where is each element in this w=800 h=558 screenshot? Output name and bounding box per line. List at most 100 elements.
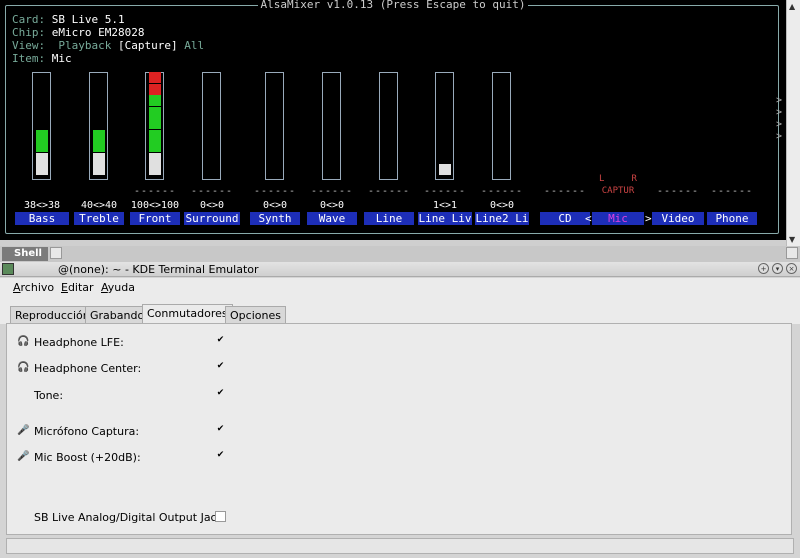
tab-grabando[interactable]: Grabando [85, 306, 150, 324]
switch-checkbox[interactable]: ✔ [215, 336, 226, 347]
level-segment [149, 129, 161, 141]
volume-bar-surround[interactable] [202, 72, 221, 180]
volume-bar-line[interactable] [379, 72, 398, 180]
menu-bar: Archivo Editar Ayuda [0, 278, 800, 300]
channel-name-line-liv[interactable]: Line Liv [418, 212, 472, 225]
volume-bar-wave[interactable] [322, 72, 341, 180]
level-segment [149, 141, 161, 152]
switch-checkbox[interactable]: ✔ [215, 389, 226, 400]
volume-bar-synth[interactable] [265, 72, 284, 180]
switch-row: 🎤 Micrófono Captura: ✔ [7, 424, 787, 440]
view-all[interactable]: All [184, 39, 204, 52]
channel-value: 38<>38 [23, 200, 61, 211]
maximize-icon[interactable]: ▾ [772, 263, 783, 274]
switch-checkbox[interactable] [215, 511, 226, 522]
vertical-scrollbar[interactable]: ▲ ▼ [786, 0, 800, 246]
switch-row: Tone: ✔ [7, 388, 787, 404]
volume-bar-treble[interactable] [89, 72, 108, 180]
channel-value: 0<>0 [199, 200, 225, 211]
switch-checkbox[interactable]: ✔ [215, 362, 226, 373]
switch-checkbox[interactable]: ✔ [215, 425, 226, 436]
tab-reproduccion[interactable]: Reproducción [10, 306, 95, 324]
item-value: Mic [51, 52, 72, 65]
window-titlebar: @(none): ~ - KDE Terminal Emulator + ▾ × [0, 262, 800, 277]
tab-opciones[interactable]: Opciones [225, 306, 286, 324]
microphone-icon: 🎤 [17, 451, 30, 462]
switches-panel: 🎧 Headphone LFE: ✔ 🎧 Headphone Center: ✔ Tone:… [6, 323, 792, 535]
menu-editar[interactable]: Editar [61, 281, 94, 294]
window-title: @(none): ~ - KDE Terminal Emulator [58, 263, 259, 276]
level-segment [36, 152, 48, 164]
card-value: SB Live 5.1 [51, 13, 125, 26]
channel-name-mic[interactable]: Mic [592, 212, 644, 225]
switch-checkbox[interactable]: ✔ [215, 451, 226, 462]
menu-ayuda[interactable]: Ayuda [101, 281, 135, 294]
channel-value: 0<>0 [319, 200, 345, 211]
shell-tab[interactable]: Shell [2, 247, 48, 261]
channel-name-line2-li[interactable]: Line2 Li [475, 212, 529, 225]
mixer-title: AlsaMixer v1.0.13 (Press Escape to quit) [257, 0, 529, 11]
more-channels-arrow: > [776, 119, 783, 130]
mute-indicator: ------ [253, 186, 297, 197]
item-label: Item: [12, 52, 46, 65]
chip-label: Chip: [12, 26, 46, 39]
chip-line: Chip: eMicro EM28028 [12, 26, 144, 40]
mute-indicator: ------ [543, 186, 587, 197]
channel-name-bass[interactable]: Bass [15, 212, 69, 225]
menu-archivo[interactable]: Archivo [13, 281, 54, 294]
volume-bar-line2-li[interactable] [492, 72, 511, 180]
channel-name-cd[interactable]: CD [540, 212, 590, 225]
headphones-icon: 🎧 [17, 336, 30, 347]
view-line: View: Playback [Capture] All [12, 39, 204, 53]
view-capture[interactable]: [Capture] [118, 39, 178, 52]
channel-value: 0<>0 [489, 200, 515, 211]
level-segment [439, 164, 451, 175]
switch-label: Headphone Center: [34, 362, 142, 375]
close-icon[interactable]: × [786, 263, 797, 274]
channel-name-line[interactable]: Line [364, 212, 414, 225]
channel-name-video[interactable]: Video [652, 212, 704, 225]
item-line: Item: Mic [12, 52, 72, 66]
new-tab-icon[interactable] [50, 247, 62, 259]
volume-bar-bass[interactable] [32, 72, 51, 180]
level-segment [149, 106, 161, 118]
channel-name-surround[interactable]: Surround [184, 212, 240, 225]
switch-label: SB Live Analog/Digital Output Jack: [34, 511, 227, 524]
channel-name-treble[interactable]: Treble [74, 212, 124, 225]
minimize-icon[interactable]: + [758, 263, 769, 274]
level-segment [149, 95, 161, 106]
scroll-down-icon[interactable]: ▼ [789, 235, 795, 244]
select-right-arrow: > [645, 212, 652, 225]
konsole-icon[interactable] [2, 263, 14, 275]
level-segment [93, 152, 105, 164]
scroll-up-icon[interactable]: ▲ [789, 2, 795, 11]
capture-lr: L R [599, 174, 637, 184]
switch-row: 🎧 Headphone LFE: ✔ [7, 335, 787, 351]
switch-label: Micrófono Captura: [34, 425, 140, 438]
switch-row: SB Live Analog/Digital Output Jack: [7, 510, 787, 526]
mute-indicator: ------ [367, 186, 411, 197]
channel-value: 0<>0 [262, 200, 288, 211]
level-segment [149, 152, 161, 164]
chip-value: eMicro EM28028 [51, 26, 145, 39]
konsole-tab-strip: Shell [0, 246, 800, 262]
level-segment [149, 83, 161, 95]
channel-value: 100<>100 [130, 200, 180, 211]
volume-bar-front[interactable] [145, 72, 164, 180]
channel-name-front[interactable]: Front [130, 212, 180, 225]
volume-bar-line-liv[interactable] [435, 72, 454, 180]
view-playback[interactable]: Playback [58, 39, 111, 52]
channel-name-phone[interactable]: Phone [707, 212, 757, 225]
level-segment [149, 72, 161, 83]
channel-name-synth[interactable]: Synth [250, 212, 300, 225]
tab-conmutadores[interactable]: Conmutadores [142, 304, 233, 324]
select-left-arrow: < [585, 212, 592, 225]
close-tab-icon[interactable] [786, 247, 798, 259]
more-channels-arrow: > [776, 131, 783, 142]
level-segment [93, 141, 105, 152]
mute-indicator: ------ [710, 186, 754, 197]
channel-value: 1<>1 [432, 200, 458, 211]
channel-name-wave[interactable]: Wave [307, 212, 357, 225]
mute-indicator: ------ [133, 186, 177, 197]
card-label: Card: [12, 13, 46, 26]
